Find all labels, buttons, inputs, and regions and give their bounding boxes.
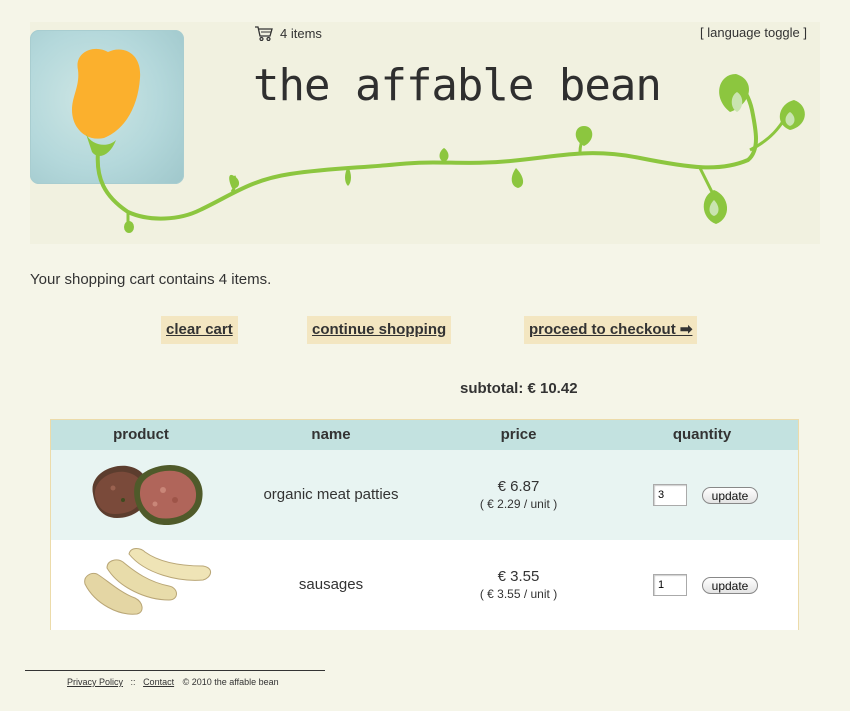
quantity-input[interactable] [653,574,687,596]
column-header-product: product [113,426,169,443]
proceed-to-checkout-button[interactable]: proceed to checkout ➡ [524,316,698,344]
table-row: organic meat patties € 6.87 ( € 2.29 / u… [51,450,798,540]
privacy-policy-link[interactable]: Privacy Policy [67,677,123,687]
table-row: sausages € 3.55 ( € 3.55 / unit ) update [51,540,798,630]
contact-link[interactable]: Contact [143,677,174,687]
quantity-input[interactable] [653,484,687,506]
continue-shopping-button[interactable]: continue shopping [307,316,452,344]
site-title: the affable bean [253,60,662,111]
subtotal: subtotal: € 10.42 [460,380,578,397]
footer: Privacy Policy :: Contact © 2010 the aff… [67,677,279,687]
product-name: organic meat patties [263,486,399,503]
table-header: product name price quantity [51,420,798,450]
unit-price: ( € 2.29 / unit ) [479,497,558,511]
unit-price: ( € 3.55 / unit ) [479,587,558,601]
sausages-image[interactable] [79,546,219,624]
update-button[interactable]: update [702,487,758,504]
price-total: € 6.87 [497,478,540,495]
shopping-cart-icon [255,26,273,41]
meat-patties-image[interactable] [79,456,219,534]
language-toggle[interactable]: [ language toggle ] [700,25,807,40]
product-name: sausages [298,576,364,593]
clear-cart-button[interactable]: clear cart [161,316,238,344]
cart-count: 4 items [280,25,322,41]
cart-table: product name price quantity organic meat… [50,419,799,630]
column-header-quantity: quantity [672,426,732,443]
footer-separator: :: [130,677,136,687]
cart-widget[interactable]: 4 items [254,24,322,42]
product-price: € 6.87 ( € 2.29 / unit ) [431,478,606,511]
update-button[interactable]: update [702,577,758,594]
column-header-name: name [311,426,351,443]
cart-summary: Your shopping cart contains 4 items. [30,271,272,288]
footer-divider [25,670,325,671]
product-price: € 3.55 ( € 3.55 / unit ) [431,568,606,601]
price-total: € 3.55 [497,568,540,585]
column-header-price: price [500,426,537,443]
copyright-text: © 2010 the affable bean [182,677,279,687]
